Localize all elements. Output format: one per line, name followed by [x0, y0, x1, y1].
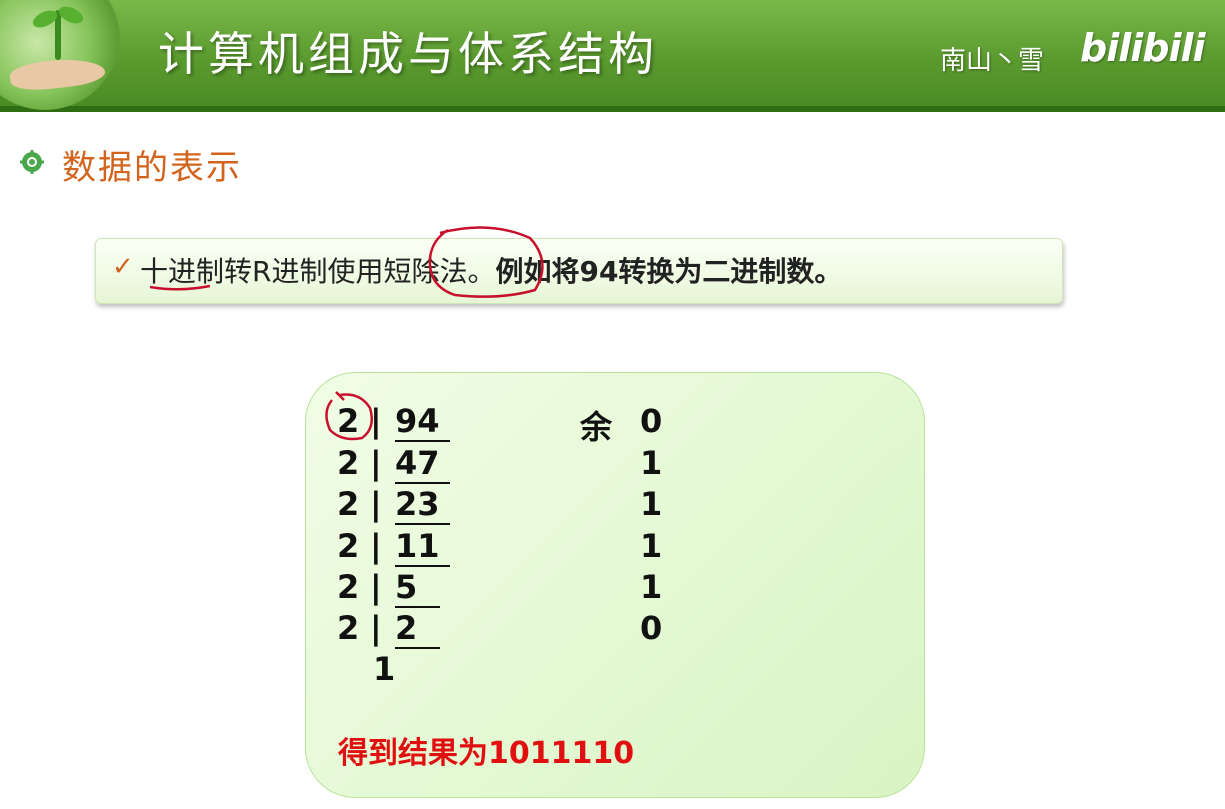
quotient: 2 [395, 609, 440, 649]
remainder-label: 余 [580, 408, 613, 446]
quotient: 47 [395, 444, 450, 484]
quotient: 23 [395, 485, 450, 525]
remainder: 1 [640, 485, 663, 523]
gear-bullet-icon [20, 150, 44, 174]
divisor: 2 [337, 609, 360, 647]
check-icon: ✓ [112, 252, 134, 282]
divisor: 2 [337, 527, 360, 565]
bullet-text: 十进制转R进制使用短除法。例如将94转换为二进制数。 [140, 250, 842, 290]
remainder: 0 [640, 402, 663, 440]
quotient: 94 [395, 402, 450, 442]
divisor: 2 [337, 444, 360, 482]
remainder: 1 [640, 568, 663, 606]
section-title: 数据的表示 [62, 148, 242, 188]
bilibili-logo: bilibili [1080, 26, 1206, 70]
quotient: 11 [395, 527, 450, 567]
bullet-text-bold: 例如将94转换为二进制数。 [495, 255, 843, 288]
division-bar: | [370, 609, 382, 647]
divisor: 2 [337, 402, 360, 440]
remainder: 1 [640, 527, 663, 565]
division-bar: | [370, 444, 382, 482]
header-divider [0, 106, 1225, 112]
result-text: 得到结果为1011110 [338, 736, 635, 771]
quotient: 5 [395, 568, 440, 608]
bullet-text-normal: 十进制转R进制使用短除法。 [140, 255, 496, 288]
divisor: 2 [337, 485, 360, 523]
division-bar: | [370, 527, 382, 565]
course-title: 计算机组成与体系结构 [158, 27, 658, 81]
division-bar: | [370, 568, 382, 606]
divisor: 2 [337, 568, 360, 606]
division-bar: | [370, 485, 382, 523]
remainder: 1 [640, 444, 663, 482]
final-quotient: 1 [373, 650, 396, 688]
author-name: 南山丶雪 [940, 46, 1045, 76]
remainder: 0 [640, 609, 663, 647]
division-bar: | [370, 402, 382, 440]
